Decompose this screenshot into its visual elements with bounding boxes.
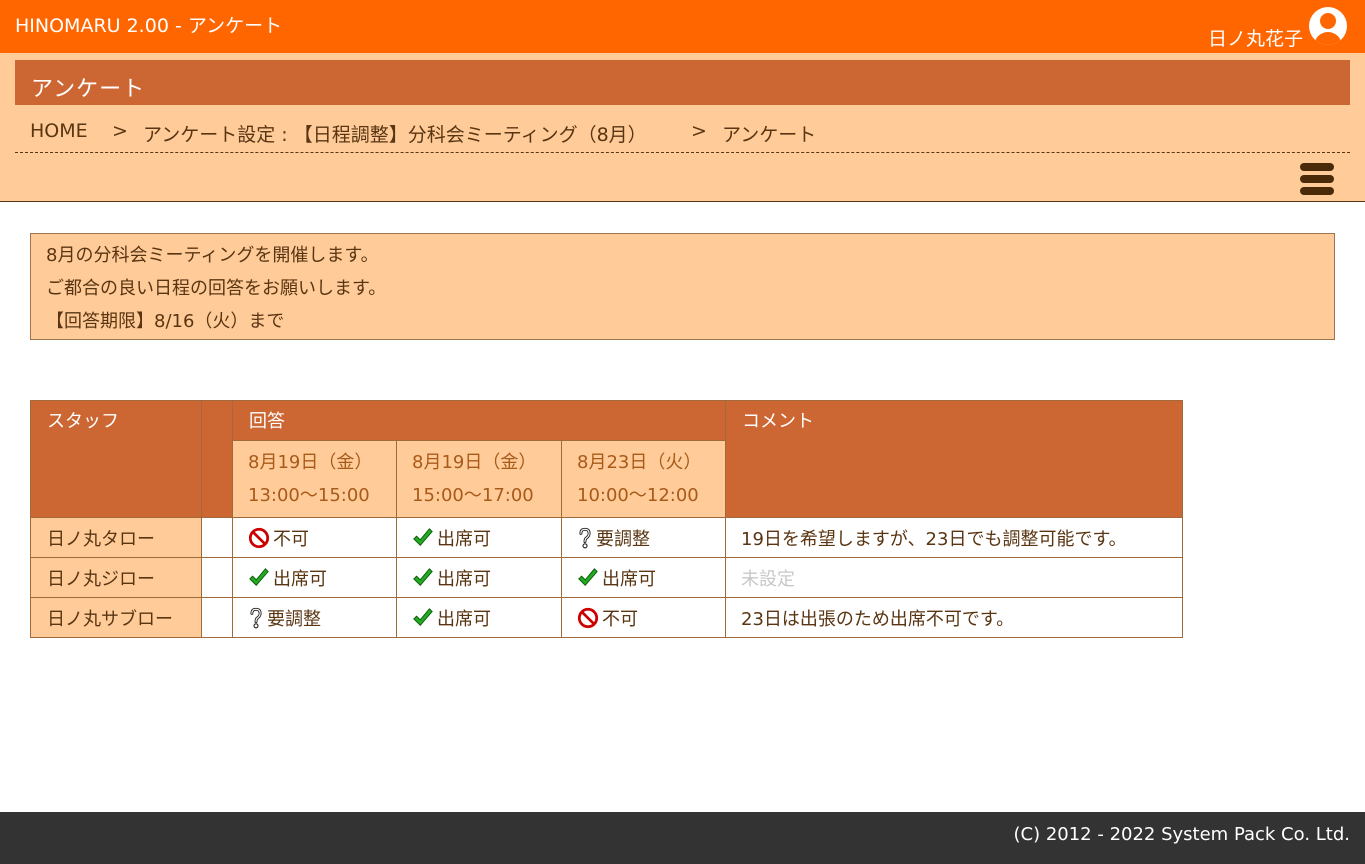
prohibited-icon — [248, 527, 270, 549]
answer-cell: 出席可 — [396, 597, 562, 638]
date-option-time: 15:00〜17:00 — [412, 485, 534, 506]
breadcrumb-home-link[interactable]: HOME — [30, 120, 88, 142]
blank-header — [201, 400, 233, 518]
answer-cell: 出席可 — [232, 557, 397, 598]
survey-results-table: スタッフ 回答 コメント 8月19日（金） 13:00〜15:00 8月19日（金… — [30, 400, 1183, 638]
checkmark-icon — [412, 527, 434, 549]
description-line: ご都合の良い日程の回答をお願いします。 — [46, 278, 387, 299]
date-option-day: 8月19日（金） — [412, 452, 537, 473]
staff-name: 日ノ丸サブロー — [30, 597, 202, 638]
checkmark-icon — [577, 567, 599, 589]
table-row: 日ノ丸サブロー 要調整 出席可 不可 23日は出張のため出席不可です。 — [30, 597, 1183, 638]
answers-header: 回答 — [232, 400, 726, 441]
blank-cell — [201, 517, 233, 558]
page-title: アンケート — [31, 77, 146, 102]
table-row: 日ノ丸ジロー 出席可 出席可 出席可 未設定 — [30, 557, 1183, 598]
description-line: 【回答期限】8/16（火）まで — [46, 311, 285, 332]
comment-cell: 23日は出張のため出席不可です。 — [725, 597, 1183, 638]
prohibited-icon — [577, 607, 599, 629]
top-bar: HINOMARU 2.00 - アンケート 日ノ丸花子 — [0, 0, 1365, 53]
date-option-time: 13:00〜15:00 — [248, 485, 370, 506]
answer-cell: 不可 — [561, 597, 726, 638]
staff-name: 日ノ丸ジロー — [30, 557, 202, 598]
date-option-header: 8月19日（金） 13:00〜15:00 — [232, 440, 397, 518]
question-mark-icon — [248, 607, 264, 629]
table-row: 日ノ丸タロー 不可 出席可 要調整 19日を希望しますが、23日でも調整可能です… — [30, 517, 1183, 558]
date-option-header: 8月19日（金） 15:00〜17:00 — [396, 440, 562, 518]
comment-cell: 19日を希望しますが、23日でも調整可能です。 — [725, 517, 1183, 558]
survey-description: 8月の分科会ミーティングを開催します。 ご都合の良い日程の回答をお願いします。 … — [30, 233, 1335, 340]
breadcrumb-separator: > — [691, 120, 707, 142]
question-mark-icon — [577, 527, 593, 549]
answer-cell: 出席可 — [561, 557, 726, 598]
footer: (C) 2012 - 2022 System Pack Co. Ltd. — [0, 812, 1365, 864]
breadcrumb-separator: > — [112, 120, 128, 142]
blank-cell — [201, 597, 233, 638]
answer-cell: 要調整 — [232, 597, 397, 638]
breadcrumb: HOME > アンケート設定 : 【日程調整】分科会ミーティング（8月） > ア… — [15, 114, 1350, 153]
date-option-day: 8月19日（金） — [248, 452, 373, 473]
app-title: HINOMARU 2.00 - アンケート — [15, 15, 283, 37]
hamburger-menu-icon[interactable] — [1300, 163, 1334, 197]
date-option-time: 10:00〜12:00 — [577, 485, 699, 506]
comment-header: コメント — [725, 400, 1183, 518]
date-option-day: 8月23日（火） — [577, 452, 702, 473]
blank-cell — [201, 557, 233, 598]
checkmark-icon — [412, 567, 434, 589]
user-avatar-icon[interactable] — [1309, 7, 1347, 45]
answer-cell: 出席可 — [396, 517, 562, 558]
page-title-bar: アンケート — [15, 60, 1350, 105]
page-header: アンケート HOME > アンケート設定 : 【日程調整】分科会ミーティング（8… — [0, 53, 1365, 202]
description-line: 8月の分科会ミーティングを開催します。 — [46, 245, 379, 266]
user-name[interactable]: 日ノ丸花子 — [1208, 24, 1303, 51]
answer-cell: 出席可 — [396, 557, 562, 598]
copyright-text: (C) 2012 - 2022 System Pack Co. Ltd. — [1013, 824, 1350, 845]
staff-name: 日ノ丸タロー — [30, 517, 202, 558]
checkmark-icon — [412, 607, 434, 629]
answer-cell: 要調整 — [561, 517, 726, 558]
staff-header: スタッフ — [30, 400, 202, 518]
breadcrumb-current: アンケート — [722, 124, 817, 146]
comment-cell: 未設定 — [725, 557, 1183, 598]
answer-cell: 不可 — [232, 517, 397, 558]
checkmark-icon — [248, 567, 270, 589]
breadcrumb-survey-settings-link[interactable]: アンケート設定 : 【日程調整】分科会ミーティング（8月） — [143, 120, 647, 147]
date-option-header: 8月23日（火） 10:00〜12:00 — [561, 440, 726, 518]
